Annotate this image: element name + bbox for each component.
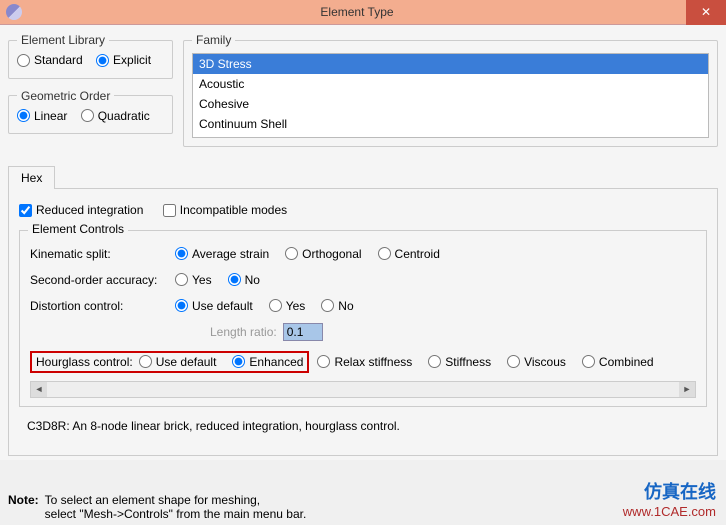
hourglass-label: Hourglass control: <box>36 355 133 369</box>
centroid-radio[interactable]: Centroid <box>378 247 440 261</box>
dist-default-radio[interactable]: Use default <box>175 299 253 313</box>
geometric-order-legend: Geometric Order <box>17 89 114 103</box>
dist-yes-radio[interactable]: Yes <box>269 299 306 313</box>
reduced-integration-checkbox[interactable]: Reduced integration <box>19 203 143 217</box>
family-legend: Family <box>192 33 235 47</box>
dist-no-radio[interactable]: No <box>321 299 353 313</box>
hg-stiffness-radio[interactable]: Stiffness <box>428 355 491 369</box>
family-item-contshell[interactable]: Continuum Shell <box>193 114 708 134</box>
hg-combined-radio[interactable]: Combined <box>582 355 654 369</box>
geometric-order-group: Geometric Order Linear Quadratic <box>8 89 173 135</box>
incompatible-modes-checkbox[interactable]: Incompatible modes <box>163 203 287 217</box>
hg-relax-radio[interactable]: Relax stiffness <box>317 355 412 369</box>
family-item-cohesive[interactable]: Cohesive <box>193 94 708 114</box>
orthogonal-radio[interactable]: Orthogonal <box>285 247 361 261</box>
explicit-radio[interactable]: Explicit <box>96 53 151 67</box>
h-scrollbar[interactable]: ◄ ► <box>30 381 696 398</box>
length-ratio-label: Length ratio: <box>210 325 277 339</box>
linear-radio[interactable]: Linear <box>17 109 67 123</box>
hg-viscous-radio[interactable]: Viscous <box>507 355 566 369</box>
element-controls-group: Element Controls Kinematic split: Averag… <box>19 230 707 407</box>
scroll-right-arrow[interactable]: ► <box>679 382 695 397</box>
so-yes-radio[interactable]: Yes <box>175 273 212 287</box>
element-library-group: Element Library Standard Explicit <box>8 33 173 79</box>
watermark: 仿真在线 www.1CAE.com <box>623 478 716 519</box>
family-item-3dstress[interactable]: 3D Stress <box>193 54 708 74</box>
distortion-label: Distortion control: <box>30 299 175 313</box>
element-library-legend: Element Library <box>17 33 109 47</box>
so-no-radio[interactable]: No <box>228 273 260 287</box>
hg-default-radio[interactable]: Use default <box>139 355 217 369</box>
note-text: Note: To select an element shape for mes… <box>8 493 306 521</box>
family-item-acoustic[interactable]: Acoustic <box>193 74 708 94</box>
element-controls-legend: Element Controls <box>28 222 128 236</box>
hg-enhanced-radio[interactable]: Enhanced <box>232 355 303 369</box>
title-bar: Element Type ✕ <box>0 0 726 25</box>
close-button[interactable]: ✕ <box>686 0 726 25</box>
app-icon <box>6 4 22 20</box>
avg-strain-radio[interactable]: Average strain <box>175 247 269 261</box>
family-list[interactable]: 3D Stress Acoustic Cohesive Continuum Sh… <box>192 53 709 138</box>
length-ratio-input[interactable] <box>283 323 323 341</box>
family-group: Family 3D Stress Acoustic Cohesive Conti… <box>183 33 718 147</box>
standard-radio[interactable]: Standard <box>17 53 83 67</box>
kinematic-split-label: Kinematic split: <box>30 247 175 261</box>
quadratic-radio[interactable]: Quadratic <box>81 109 150 123</box>
tab-hex[interactable]: Hex <box>8 166 55 189</box>
hourglass-highlight: Hourglass control: Use default Enhanced <box>30 351 309 373</box>
tab-body: Reduced integration Incompatible modes E… <box>8 188 718 456</box>
window-title: Element Type <box>28 5 686 19</box>
close-icon: ✕ <box>701 5 711 19</box>
second-order-label: Second-order accuracy: <box>30 273 175 287</box>
element-description: C3D8R: An 8-node linear brick, reduced i… <box>19 407 707 445</box>
scroll-left-arrow[interactable]: ◄ <box>31 382 47 397</box>
